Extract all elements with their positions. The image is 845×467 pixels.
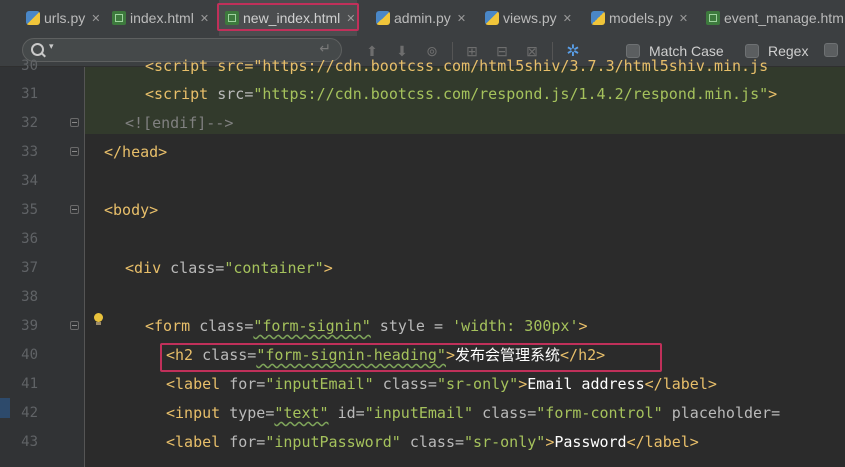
lightbulb-icon[interactable] xyxy=(93,313,104,326)
tab-event-manage-html[interactable]: event_manage.htm xyxy=(700,0,845,36)
words-checkbox[interactable] xyxy=(824,43,838,57)
code-line-30: 30 <script src="https://cdn.bootcss.com/… xyxy=(21,57,769,75)
code-line-31: 31 <script src="https://cdn.bootcss.com/… xyxy=(21,85,778,103)
editor-tab-bar: urls.py ✕ index.html ✕ new_index.html ✕ … xyxy=(0,0,845,37)
search-icon[interactable] xyxy=(31,43,44,56)
code-text: <script src="https://cdn.bootcss.com/htm… xyxy=(145,57,769,75)
tab-label: admin.py xyxy=(394,10,451,26)
enter-icon: ↵ xyxy=(319,40,331,56)
code-line-37: 37 <div class="container"> xyxy=(21,259,333,277)
python-file-icon xyxy=(26,11,40,25)
tab-views-py[interactable]: views.py ✕ xyxy=(479,0,581,36)
close-tab-icon[interactable]: ✕ xyxy=(200,12,209,25)
code-line-32: 32 <![endif]--> xyxy=(21,114,234,132)
fold-marker-icon[interactable] xyxy=(70,147,79,156)
tab-label: event_manage.htm xyxy=(724,10,844,26)
checkbox-box[interactable] xyxy=(824,43,838,57)
tab-label: index.html xyxy=(130,10,194,26)
chevron-down-icon[interactable]: ▾ xyxy=(49,41,54,52)
python-file-icon xyxy=(591,11,605,25)
close-tab-icon[interactable]: ✕ xyxy=(563,12,572,25)
html-file-icon xyxy=(706,11,720,25)
code-line-38: 38 xyxy=(21,289,38,305)
code-line-34: 34 xyxy=(21,173,38,189)
code-line-33: 33 </head> xyxy=(21,143,168,161)
close-tab-icon[interactable]: ✕ xyxy=(91,12,100,25)
tab-label: urls.py xyxy=(44,10,86,26)
fold-marker-icon[interactable] xyxy=(70,321,79,330)
code-editor[interactable]: 30 <script src="https://cdn.bootcss.com/… xyxy=(0,57,845,467)
html-file-icon xyxy=(112,11,126,25)
close-tab-icon[interactable]: ✕ xyxy=(679,12,688,25)
active-tab-highlight-box xyxy=(217,3,359,31)
h2-heading-highlight-box xyxy=(160,343,662,372)
tab-admin-py[interactable]: admin.py ✕ xyxy=(370,0,470,36)
code-line-43: 43 <label for="inputPassword" class="sr-… xyxy=(21,433,699,451)
code-line-41: 41 <label for="inputEmail" class="sr-onl… xyxy=(21,375,717,393)
tab-models-py[interactable]: models.py ✕ xyxy=(585,0,695,36)
code-line-36: 36 xyxy=(21,231,38,247)
tab-label: views.py xyxy=(503,10,557,26)
fold-marker-icon[interactable] xyxy=(70,118,79,127)
python-file-icon xyxy=(376,11,390,25)
tab-label: models.py xyxy=(609,10,673,26)
tab-urls-py[interactable]: urls.py ✕ xyxy=(20,0,104,36)
code-line-39: 39 <form class="form-signin" style = 'wi… xyxy=(21,317,588,335)
close-tab-icon[interactable]: ✕ xyxy=(457,12,466,25)
tab-index-html[interactable]: index.html ✕ xyxy=(106,0,216,36)
code-line-42: 42 <input type="text" id="inputEmail" cl… xyxy=(21,404,781,422)
python-file-icon xyxy=(485,11,499,25)
code-line-35: 35 <body> xyxy=(21,201,159,219)
fold-marker-icon[interactable] xyxy=(70,205,79,214)
